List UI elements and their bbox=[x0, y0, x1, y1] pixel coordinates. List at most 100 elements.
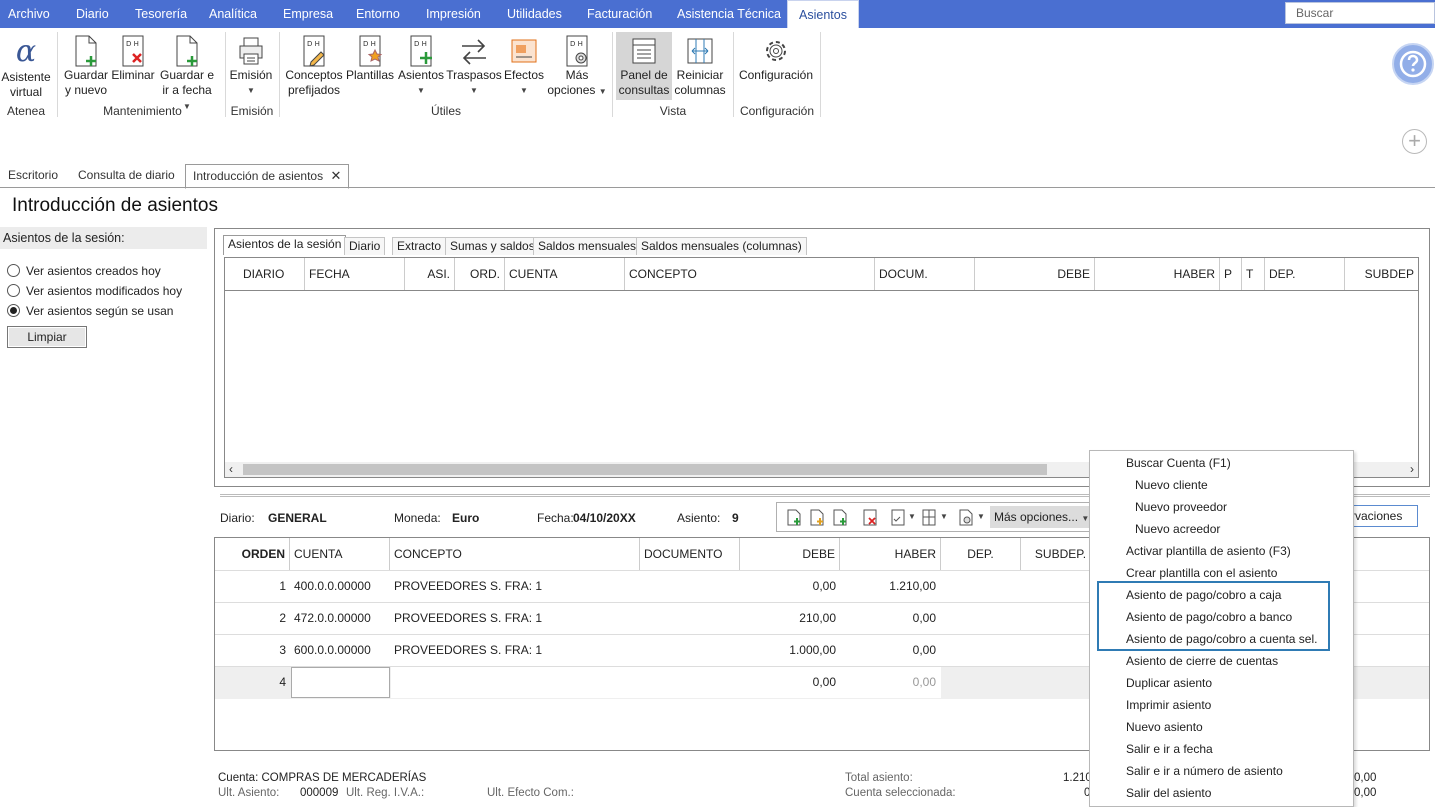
col-asi[interactable]: ASI. bbox=[405, 258, 455, 290]
cell-haber[interactable]: 0,00 bbox=[840, 667, 936, 698]
menu-tesoreria[interactable]: Tesorería bbox=[135, 0, 187, 28]
guardar-nuevo-button[interactable]: Guardar y nuevo bbox=[61, 34, 111, 98]
eliminar-button[interactable]: D H Eliminar bbox=[111, 34, 155, 83]
close-icon[interactable]: ✕ bbox=[330, 168, 341, 183]
col-dep[interactable]: DEP. bbox=[1265, 258, 1345, 290]
limpiar-button[interactable]: Limpiar bbox=[7, 326, 87, 348]
cell-debe[interactable]: 0,00 bbox=[740, 571, 836, 602]
menu-asientos[interactable]: Asientos bbox=[787, 0, 859, 28]
subtab-diario[interactable]: Diario bbox=[344, 237, 386, 255]
mas-opciones-button[interactable]: D H Más opciones ▼ bbox=[546, 34, 608, 99]
menu-item-nuevo-proveedor[interactable]: Nuevo proveedor bbox=[1135, 496, 1227, 518]
cell-haber[interactable]: 0,00 bbox=[840, 635, 936, 666]
col-docum[interactable]: DOCUM. bbox=[875, 258, 975, 290]
menu-analitica[interactable]: Analítica bbox=[209, 0, 257, 28]
col-fecha[interactable]: FECHA bbox=[305, 258, 405, 290]
asientos-button[interactable]: D H Asientos ▼ bbox=[396, 34, 446, 98]
add-tab-button[interactable]: + bbox=[1402, 129, 1427, 154]
cell-debe[interactable]: 210,00 bbox=[740, 603, 836, 634]
add-line-icon[interactable] bbox=[833, 509, 847, 526]
menu-item-cierre-cuentas[interactable]: Asiento de cierre de cuentas bbox=[1126, 650, 1278, 672]
col-haber[interactable]: HABER bbox=[1095, 258, 1220, 290]
guardar-ir-fecha-button[interactable]: Guardar e ir a fecha ▼ bbox=[157, 34, 217, 114]
cell-haber[interactable]: 0,00 bbox=[840, 603, 936, 634]
col-haber[interactable]: HABER bbox=[840, 538, 941, 570]
col-concepto[interactable]: CONCEPTO bbox=[625, 258, 875, 290]
chevron-down-icon[interactable]: ▼ bbox=[940, 512, 948, 521]
menu-empresa[interactable]: Empresa bbox=[283, 0, 333, 28]
menu-item-nuevo-cliente[interactable]: Nuevo cliente bbox=[1135, 474, 1208, 496]
cell-debe[interactable]: 1.000,00 bbox=[740, 635, 836, 666]
menu-item-nuevo-acreedor[interactable]: Nuevo acreedor bbox=[1135, 518, 1220, 540]
col-subdep[interactable]: SUBDEP bbox=[1345, 258, 1418, 290]
menu-item-salir-numero[interactable]: Salir e ir a número de asiento bbox=[1126, 760, 1283, 782]
menu-item-duplicar[interactable]: Duplicar asiento bbox=[1126, 672, 1212, 694]
menu-facturacion[interactable]: Facturación bbox=[587, 0, 652, 28]
col-cuenta[interactable]: CUENTA bbox=[290, 538, 390, 570]
col-cuenta[interactable]: CUENTA bbox=[505, 258, 625, 290]
menu-item-salir-asiento[interactable]: Salir del asiento bbox=[1126, 782, 1211, 804]
plantillas-button[interactable]: D H Plantillas bbox=[345, 34, 395, 83]
menu-utilidades[interactable]: Utilidades bbox=[507, 0, 562, 28]
col-concepto[interactable]: CONCEPTO bbox=[390, 538, 640, 570]
subtab-saldos-mensuales[interactable]: Saldos mensuales bbox=[533, 237, 642, 255]
menu-item-nuevo-asiento[interactable]: Nuevo asiento bbox=[1126, 716, 1203, 738]
chevron-left-icon[interactable]: ‹ bbox=[229, 462, 233, 477]
subtab-asientos-sesion[interactable]: Asientos de la sesión bbox=[223, 235, 347, 255]
tab-escritorio[interactable]: Escritorio bbox=[8, 164, 58, 188]
menu-item-activar-plantilla[interactable]: Activar plantilla de asiento (F3) bbox=[1126, 540, 1291, 562]
subtab-sumas-saldos[interactable]: Sumas y saldos bbox=[445, 237, 540, 255]
cell-cuenta[interactable]: 472.0.0.00000 bbox=[294, 603, 371, 634]
help-button[interactable] bbox=[1392, 43, 1434, 85]
efectos-button[interactable]: Efectos ▼ bbox=[502, 34, 546, 98]
reiniciar-columnas-button[interactable]: Reiniciar columnas bbox=[672, 34, 728, 98]
cell-concepto[interactable]: PROVEEDORES S. FRA: 1 bbox=[394, 571, 542, 602]
cell-debe[interactable]: 0,00 bbox=[740, 667, 836, 698]
conceptos-prefijados-button[interactable]: D H Conceptos prefijados bbox=[283, 34, 345, 98]
menu-archivo[interactable]: Archivo bbox=[8, 0, 50, 28]
emision-button[interactable]: Emisión ▼ bbox=[228, 34, 274, 98]
chevron-down-icon[interactable]: ▼ bbox=[977, 512, 985, 521]
radio-creados-hoy[interactable]: Ver asientos creados hoy bbox=[7, 264, 161, 278]
subtab-extracto[interactable]: Extracto bbox=[392, 237, 447, 255]
check-list-icon[interactable] bbox=[891, 509, 905, 526]
menu-item-buscar-cuenta[interactable]: Buscar Cuenta (F1) bbox=[1126, 452, 1231, 474]
tab-consulta-diario[interactable]: Consulta de diario bbox=[78, 164, 175, 188]
col-debe[interactable]: DEBE bbox=[975, 258, 1095, 290]
columns-icon[interactable] bbox=[922, 509, 936, 526]
cell-haber[interactable]: 1.210,00 bbox=[840, 571, 936, 602]
cell-cuenta[interactable]: 600.0.0.00000 bbox=[294, 635, 371, 666]
menu-asistencia-tecnica[interactable]: Asistencia Técnica bbox=[677, 0, 781, 28]
traspasos-button[interactable]: Traspasos ▼ bbox=[446, 34, 502, 98]
scrollbar-thumb[interactable] bbox=[243, 464, 1047, 475]
col-ord[interactable]: ORD. bbox=[455, 258, 505, 290]
mas-opciones-dropdown[interactable]: Más opciones... ▼ bbox=[990, 506, 1090, 528]
panel-consultas-button[interactable]: Panel de consultas bbox=[616, 32, 672, 100]
menu-item-salir-fecha[interactable]: Salir e ir a fecha bbox=[1126, 738, 1213, 760]
radio-segun-se-usan[interactable]: Ver asientos según se usan bbox=[7, 304, 173, 318]
menu-diario[interactable]: Diario bbox=[76, 0, 109, 28]
search-input[interactable]: Buscar bbox=[1285, 2, 1435, 24]
col-orden[interactable]: ORDEN bbox=[215, 538, 290, 570]
cell-concepto[interactable]: PROVEEDORES S. FRA: 1 bbox=[394, 635, 542, 666]
col-t[interactable]: T bbox=[1242, 258, 1265, 290]
tab-introduccion-asientos[interactable]: Introducción de asientos ✕ bbox=[185, 164, 350, 189]
menu-impresion[interactable]: Impresión bbox=[426, 0, 481, 28]
subtab-saldos-mensuales-columnas[interactable]: Saldos mensuales (columnas) bbox=[636, 237, 807, 255]
settings-doc-icon[interactable] bbox=[959, 509, 973, 526]
chevron-down-icon[interactable]: ▼ bbox=[908, 512, 916, 521]
delete-line-icon[interactable] bbox=[863, 509, 877, 526]
cell-concepto[interactable]: PROVEEDORES S. FRA: 1 bbox=[394, 603, 542, 634]
insert-line-icon[interactable] bbox=[810, 509, 824, 526]
chevron-right-icon[interactable]: › bbox=[1410, 462, 1414, 477]
col-debe[interactable]: DEBE bbox=[740, 538, 840, 570]
radio-modificados-hoy[interactable]: Ver asientos modificados hoy bbox=[7, 284, 182, 298]
col-diario[interactable]: DIARIO bbox=[225, 258, 305, 290]
col-documento[interactable]: DOCUMENTO bbox=[640, 538, 740, 570]
cuenta-edit-input[interactable] bbox=[291, 667, 390, 698]
diario-value[interactable]: GENERAL bbox=[268, 511, 388, 525]
fecha-value[interactable]: 04/10/20XX bbox=[573, 511, 636, 525]
menu-item-imprimir[interactable]: Imprimir asiento bbox=[1126, 694, 1211, 716]
col-p[interactable]: P bbox=[1220, 258, 1242, 290]
menu-entorno[interactable]: Entorno bbox=[356, 0, 400, 28]
